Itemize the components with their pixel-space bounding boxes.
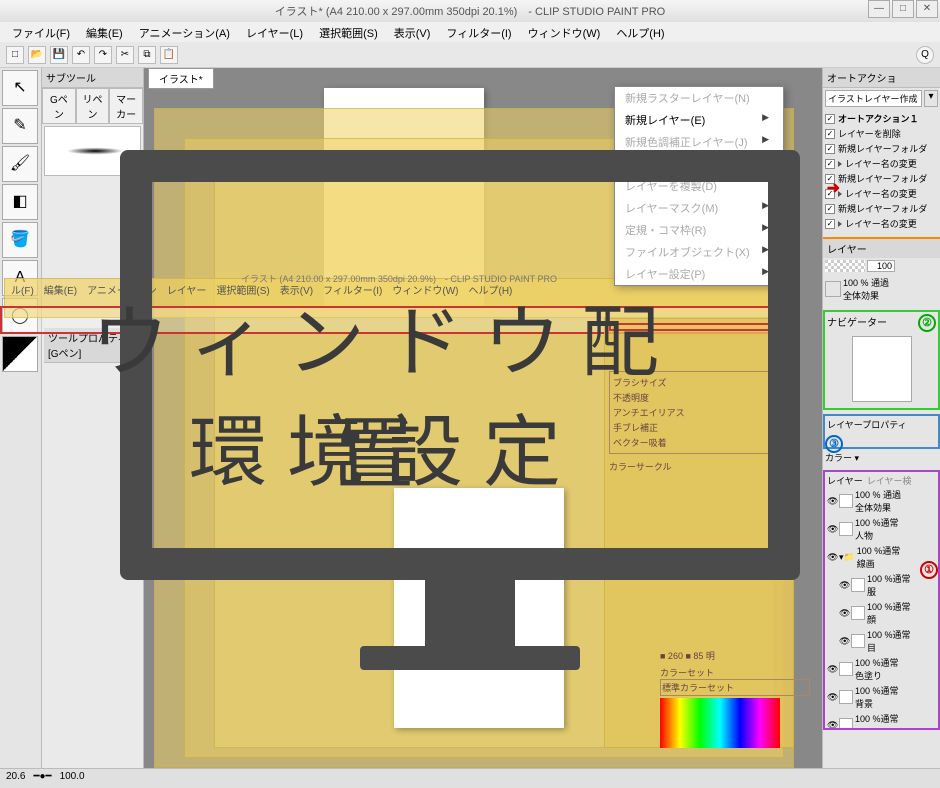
window-title: イラスト* (A4 210.00 x 297.00mm 350dpi 20.1%… [275,3,665,19]
new-icon[interactable]: □ [6,46,24,64]
layer-panel-header: レイヤー [823,239,940,258]
ctx-layermask[interactable]: レイヤーマスク(M)▶ [615,197,783,219]
undo-icon[interactable]: ↶ [72,46,90,64]
maximize-button[interactable]: □ [892,0,914,18]
ctx-new-folder[interactable]: 新規レイヤーフォルダー(O) [615,153,783,175]
menu-edit[interactable]: 編集(E) [78,22,131,42]
autoaction-item[interactable]: レイヤー名の変更 [825,186,938,201]
badge-1-wrapper: ① [920,560,938,579]
red-arrow-icon: ➜ [827,178,840,198]
layer-item[interactable]: 👁100 %通常顔 [827,599,936,627]
status-bar: 20.6 ━●━ 100.0 [0,768,940,788]
open-icon[interactable]: 📂 [28,46,46,64]
autoaction-dropdown[interactable]: イラストレイヤー作成 [825,90,922,107]
brush-stroke-icon [53,145,137,157]
overlay-color-palette: ■ 260 ■ 85 明 カラーセット 標準カラーセット [660,649,810,748]
minimize-button[interactable]: — [868,0,890,18]
menu-file[interactable]: ファイル(F) [4,22,78,42]
copy-icon[interactable]: ⧉ [138,46,156,64]
subtool-header: サブツール [42,68,143,88]
color-swatch-grid[interactable] [660,698,780,748]
navigator-panel: ナビゲーター ② [823,310,940,410]
fg-bg-color[interactable] [2,336,38,372]
subtool-panel: サブツール Gペン リペン マーカー ツールプロパティ[Gペン] [42,68,144,768]
document-tab[interactable]: イラスト* [148,68,214,89]
menu-view[interactable]: 表示(V) [386,22,439,42]
layer-item[interactable]: 👁100 %通常色塗り [827,655,936,683]
layer-quick-panel: レイヤー 100 % 通過 全体効果 [823,237,940,304]
ctx-layersetting[interactable]: レイヤー設定(P)▶ [615,263,783,285]
menu-select[interactable]: 選択範囲(S) [311,22,386,42]
overlay-navigator [609,323,789,331]
overlay-canvas-page [394,488,564,728]
tool-brush[interactable]: 🖌 [2,146,38,182]
cut-icon[interactable]: ✂ [116,46,134,64]
badge-3: ③ [825,435,843,453]
tool-palette: ↖ ✎ 🖌 ◧ 🪣 A ◯ [0,68,42,768]
menu-layer[interactable]: レイヤー(L) [238,22,311,42]
ctx-duplicate[interactable]: レイヤーを複製(D) [615,175,783,197]
autoaction-menu-icon[interactable]: ▾ [924,90,938,107]
layer-thumb-icon [825,281,841,297]
tool-move[interactable]: ↖ [2,70,38,106]
autoaction-item[interactable]: 新規レイヤーフォルダ [825,141,938,156]
menu-window[interactable]: ウィンドウ(W) [520,22,609,42]
ctx-new-layer[interactable]: 新規レイヤー(E)▶ [615,109,783,131]
checker-icon [825,260,865,272]
save-icon[interactable]: 💾 [50,46,68,64]
tool-pen[interactable]: ✎ [2,108,38,144]
color-panel-header: カラー ▾ [823,449,940,466]
title-bar: イラスト* (A4 210.00 x 297.00mm 350dpi 20.1%… [0,0,940,22]
subtool-tabs: Gペン リペン マーカー [42,88,143,124]
brush-preview[interactable] [44,126,141,176]
navigator-thumbnail[interactable] [852,336,912,402]
menu-animation[interactable]: アニメーション(A) [131,22,238,42]
menu-bar: ファイル(F) 編集(E) アニメーション(A) レイヤー(L) 選択範囲(S)… [0,22,940,42]
layer-list-panel: レイヤー レイヤー検 👁100 % 通過全体効果 👁100 %通常人物 👁▾📁1… [823,470,940,730]
layer-context-menu: 新規ラスターレイヤー(N) 新規レイヤー(E)▶ 新規色調補正レイヤー(J)▶ … [614,86,784,286]
status-angle: 100.0 [60,771,85,786]
redo-icon[interactable]: ↷ [94,46,112,64]
status-zoom-slider[interactable]: ━●━ [33,771,51,786]
layer-item[interactable]: 👁100 %通常レイヤー 1 [827,711,936,730]
menu-filter[interactable]: フィルター(I) [438,22,519,42]
overlay-toolprop: ブラシサイズ 211 不透明度 10 アンチエイリアス 手ブレ補正 30 ベクタ… [609,371,789,454]
layer-item[interactable]: 👁100 %通常目 [827,627,936,655]
badge-1: ① [920,561,938,579]
autoaction-item[interactable]: レイヤーを削除 [825,126,938,141]
badge-2: ② [918,314,936,332]
overlay-colorcircle-label: カラーサークル [609,460,789,473]
opacity-input[interactable] [867,260,895,272]
autoaction-item[interactable]: レイヤー名の変更 [825,156,938,171]
ctx-fileobj[interactable]: ファイルオブジェクト(X)▶ [615,241,783,263]
close-button[interactable]: ✕ [916,0,938,18]
tool-fill[interactable]: 🪣 [2,222,38,258]
tool-eraser[interactable]: ◧ [2,184,38,220]
autoaction-header: オートアクショ [823,68,940,88]
ctx-new-tone[interactable]: 新規色調補正レイヤー(J)▶ [615,131,783,153]
autoaction-item[interactable]: 新規レイヤーフォルダ [825,171,938,186]
layer-property-panel: レイヤープロパティ ③ [823,414,940,449]
subtool-tab-gpen[interactable]: Gペン [42,88,76,124]
status-zoom: 20.6 [6,771,25,786]
layer-item[interactable]: 👁100 % 通過全体効果 [827,487,936,515]
subtool-tab-ripen[interactable]: リペン [76,88,110,124]
autoaction-item[interactable]: レイヤー名の変更 [825,216,938,231]
right-panels: オートアクショ イラストレイヤー作成 ▾ オートアクション１ レイヤーを削除 新… [822,68,940,768]
ctx-new-raster[interactable]: 新規ラスターレイヤー(N) [615,87,783,109]
autoaction-item[interactable]: 新規レイヤーフォルダ [825,201,938,216]
ctx-ruler[interactable]: 定規・コマ枠(R)▶ [615,219,783,241]
search-icon[interactable]: Q [916,46,934,64]
layer-item[interactable]: 👁100 %通常人物 [827,515,936,543]
autoaction-item[interactable]: オートアクション１ [825,111,938,126]
window-controls: — □ ✕ [868,0,938,18]
main-toolbar: □ 📂 💾 ↶ ↷ ✂ ⧉ 📋 Q [0,42,940,68]
menu-help[interactable]: ヘルプ(H) [608,22,672,42]
layer-item[interactable]: 👁100 %通常背景 [827,683,936,711]
autoaction-list: オートアクション１ レイヤーを削除 新規レイヤーフォルダ レイヤー名の変更 新規… [823,109,940,233]
subtool-tab-marker[interactable]: マーカー [109,88,143,124]
paste-icon[interactable]: 📋 [160,46,178,64]
